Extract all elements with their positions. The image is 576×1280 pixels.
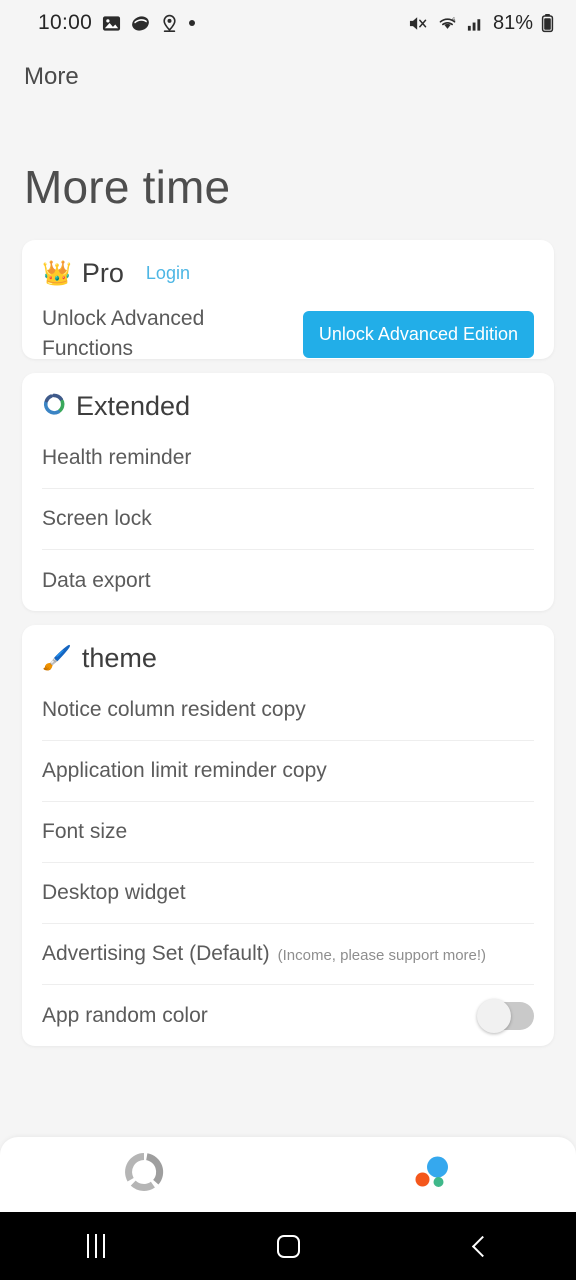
- unlock-advanced-edition-button[interactable]: Unlock Advanced Edition: [302, 310, 534, 358]
- recents-button[interactable]: [0, 1234, 192, 1258]
- extended-card-header: Extended: [22, 373, 554, 428]
- location-pin-icon: [160, 14, 179, 33]
- advertising-set-label: Advertising Set (Default): [42, 942, 270, 965]
- recents-icon: [87, 1234, 105, 1258]
- color-dots-icon: [410, 1150, 454, 1199]
- bottom-nav: [0, 1137, 576, 1212]
- list-item-label: Desktop widget: [42, 881, 186, 904]
- app-random-color-toggle[interactable]: [477, 998, 534, 1033]
- home-icon: [276, 1234, 300, 1258]
- pro-card-title: Pro: [81, 258, 124, 288]
- bottom-nav-item-stats[interactable]: [0, 1137, 288, 1212]
- android-nav-bar: [0, 1212, 576, 1280]
- list-item[interactable]: Data export: [42, 550, 534, 611]
- theme-card-rows: Notice column resident copy Application …: [22, 680, 554, 1046]
- list-item-label: Font size: [42, 820, 128, 843]
- back-icon: [471, 1235, 494, 1257]
- list-item-label: Health reminder: [42, 446, 192, 469]
- phone-screen: 10:00 6 81% More More time 👑 Pro Login U…: [0, 0, 576, 1280]
- list-item[interactable]: Font size: [42, 802, 534, 863]
- segmented-ring-icon: [122, 1150, 166, 1199]
- list-item[interactable]: Screen lock: [42, 489, 534, 550]
- dark-oval-icon: [131, 14, 150, 33]
- app-tab-title: More: [0, 46, 576, 108]
- theme-card: 🖌️ theme Notice column resident copy App…: [22, 625, 554, 1046]
- list-item[interactable]: Notice column resident copy: [42, 680, 534, 741]
- extended-card-rows: Health reminder Screen lock Data export: [22, 428, 554, 611]
- page-title: More time: [0, 108, 576, 240]
- theme-card-title: theme: [81, 643, 157, 673]
- status-bar-right: 6 81%: [408, 12, 554, 35]
- page-title-text: More time: [24, 161, 231, 213]
- image-icon: [102, 14, 121, 33]
- bottom-nav-item-more[interactable]: [288, 1137, 576, 1212]
- advertising-set-note: (Income, please support more!): [277, 947, 487, 964]
- battery-icon: [541, 13, 554, 33]
- theme-card-header: 🖌️ theme: [22, 625, 554, 680]
- mute-icon: [408, 14, 429, 33]
- pro-card: 👑 Pro Login Unlock Advanced Functions Un…: [22, 240, 554, 359]
- pro-card-header: 👑 Pro Login: [22, 240, 554, 295]
- extended-card-title: Extended: [76, 391, 191, 421]
- list-item-label: App random color: [42, 1003, 208, 1027]
- list-item-label: Screen lock: [42, 507, 152, 530]
- toggle-knob: [477, 998, 511, 1033]
- list-item-app-random-color[interactable]: App random color: [42, 985, 534, 1046]
- wifi6-icon: 6: [437, 14, 458, 33]
- list-item[interactable]: Desktop widget: [42, 863, 534, 924]
- recycle-ring-icon: [42, 392, 66, 421]
- pro-card-body: Unlock Advanced Functions Unlock Advance…: [22, 295, 554, 359]
- status-time: 10:00: [38, 11, 93, 34]
- back-button[interactable]: [384, 1235, 576, 1257]
- app-tab-title-text: More: [24, 63, 79, 90]
- list-item[interactable]: Health reminder: [42, 428, 534, 489]
- list-item-label: Application limit reminder copy: [42, 759, 327, 782]
- status-bar-left: 10:00: [38, 11, 196, 35]
- list-item-label: Advertising Set (Default) (Income, pleas…: [42, 942, 486, 966]
- paintbrush-icon: 🖌️: [42, 644, 72, 672]
- svg-text:6: 6: [452, 17, 455, 23]
- pro-card-description: Unlock Advanced Functions: [42, 307, 205, 359]
- list-item-label: Data export: [42, 568, 151, 592]
- list-item[interactable]: Application limit reminder copy: [42, 741, 534, 802]
- list-item-advertising-set[interactable]: Advertising Set (Default) (Income, pleas…: [42, 924, 534, 985]
- home-button[interactable]: [192, 1234, 384, 1258]
- list-item-label: Notice column resident copy: [42, 698, 306, 721]
- status-bar: 10:00 6 81%: [0, 0, 576, 46]
- signal-bars-icon: [466, 14, 485, 33]
- login-link[interactable]: Login: [146, 263, 190, 284]
- extended-card: Extended Health reminder Screen lock Dat…: [22, 373, 554, 611]
- battery-percent: 81%: [492, 11, 533, 34]
- crown-icon: 👑: [42, 259, 72, 287]
- dot-icon: [189, 20, 196, 26]
